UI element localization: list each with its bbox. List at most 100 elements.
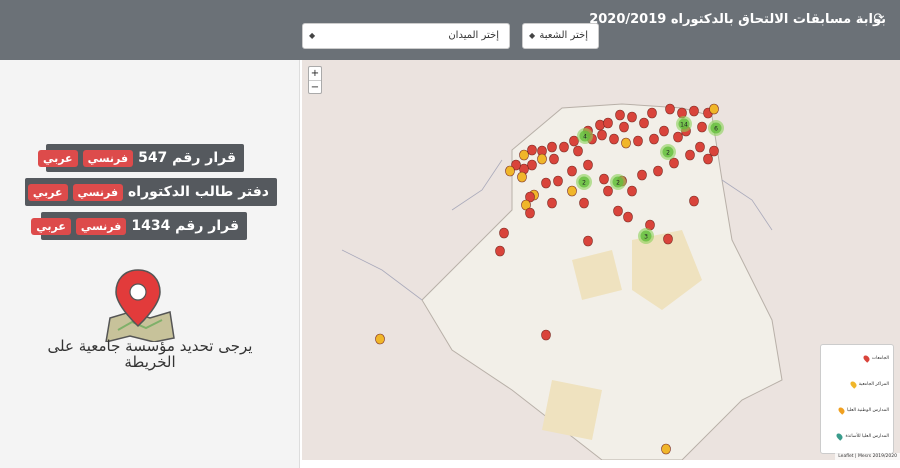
institution-marker[interactable] — [495, 245, 505, 257]
marker-cluster[interactable]: 2 — [610, 174, 626, 190]
marker-cluster[interactable]: 2 — [576, 174, 592, 190]
institution-marker[interactable] — [519, 149, 529, 161]
marker-icon — [848, 380, 858, 389]
institution-marker[interactable] — [595, 119, 605, 131]
field-select[interactable]: إختر الميدان ◆ — [302, 23, 510, 49]
arabic-download-button[interactable]: عربي — [37, 149, 78, 167]
institution-marker[interactable] — [709, 145, 719, 157]
institution-marker[interactable] — [547, 141, 557, 153]
institution-marker[interactable] — [537, 153, 547, 165]
institution-marker[interactable] — [599, 173, 609, 185]
institution-marker[interactable] — [661, 443, 671, 455]
institution-marker[interactable] — [499, 227, 509, 239]
institution-marker[interactable] — [525, 207, 535, 219]
institution-marker[interactable] — [583, 159, 593, 171]
legend-item: الجامعات — [862, 354, 889, 363]
field-select-value: إختر الميدان — [448, 30, 499, 41]
institution-marker[interactable] — [689, 195, 699, 207]
institution-marker[interactable] — [559, 141, 569, 153]
institution-marker[interactable] — [627, 111, 637, 123]
institution-marker[interactable] — [527, 159, 537, 171]
institution-marker[interactable] — [549, 153, 559, 165]
select-institution-hint: يرجى تحديد مؤسسة جامعية على الخريطة — [47, 337, 253, 371]
legend-item: المراكز الجامعية — [848, 380, 889, 389]
legend-item: المدارس العليا للأساتذة — [835, 432, 889, 441]
arabic-download-button[interactable]: عربي — [31, 217, 71, 235]
legend-item: المدارس الوطنية العليا — [837, 406, 889, 415]
legend-label: المراكز الجامعية — [858, 382, 889, 387]
institution-marker[interactable] — [709, 103, 719, 115]
institution-marker[interactable] — [567, 165, 577, 177]
document-row: قرار رقم 547 فرنسي عربي — [37, 144, 244, 172]
institution-marker[interactable] — [579, 197, 589, 209]
document-label: دفتر طالب الدكتوراه — [128, 184, 269, 200]
left-panel: قرار رقم 547 فرنسي عربي دفتر طالب الدكتو… — [0, 60, 300, 468]
institution-marker[interactable] — [505, 165, 515, 177]
map-attribution: Leaflet | Mesrs 2019/2020 — [835, 453, 900, 460]
institution-marker[interactable] — [567, 185, 577, 197]
institution-marker[interactable] — [663, 233, 673, 245]
institution-marker[interactable] — [609, 133, 619, 145]
page: ⟳ إختر الميدان ◆ إختر الشعبة ◆ بوابة مسا… — [0, 0, 900, 468]
chevron-updown-icon: ◆ — [529, 31, 536, 40]
marker-icon — [837, 406, 846, 415]
cluster-count: 2 — [666, 150, 670, 157]
institution-marker[interactable] — [553, 175, 563, 187]
institution-marker[interactable] — [637, 169, 647, 181]
arabic-download-button[interactable]: عربي — [27, 183, 68, 201]
cluster-count: 3 — [644, 234, 648, 241]
institution-marker[interactable] — [375, 333, 385, 345]
institution-marker[interactable] — [649, 133, 659, 145]
map-legend: الجامعات المراكز الجامعية المدارس الوطني… — [820, 344, 894, 454]
institution-marker[interactable] — [689, 105, 699, 117]
legend-label: المدارس الوطنية العليا — [846, 408, 889, 413]
institution-marker[interactable] — [673, 131, 683, 143]
institution-marker[interactable] — [527, 144, 537, 156]
institution-marker[interactable] — [541, 329, 551, 341]
institution-marker[interactable] — [623, 211, 633, 223]
institution-marker[interactable] — [603, 185, 613, 197]
cluster-count: 2 — [616, 180, 620, 187]
map[interactable]: + − 4 14 6 2 2 2 3 الجامعات المراكز الجامعية ا… — [302, 60, 900, 460]
marker-cluster[interactable]: 4 — [577, 128, 593, 144]
institution-marker[interactable] — [647, 107, 657, 119]
cluster-count: 14 — [680, 122, 688, 129]
institution-marker[interactable] — [547, 197, 557, 209]
institution-marker[interactable] — [613, 205, 623, 217]
institution-marker[interactable] — [615, 109, 625, 121]
cluster-count: 4 — [583, 134, 587, 141]
institution-marker[interactable] — [659, 125, 669, 137]
institution-marker[interactable] — [633, 135, 643, 147]
institution-marker[interactable] — [619, 121, 629, 133]
marker-cluster[interactable]: 6 — [708, 120, 724, 136]
page-title: بوابة مسابقات الالتحاق بالدكتوراه 2020/2… — [589, 12, 886, 27]
institution-marker[interactable] — [621, 137, 631, 149]
institution-marker[interactable] — [603, 117, 613, 129]
cluster-count: 6 — [714, 126, 718, 133]
document-label: قرار رقم 1434 — [131, 218, 239, 234]
institution-marker[interactable] — [583, 235, 593, 247]
map-pin-icon — [105, 269, 175, 342]
institution-marker[interactable] — [669, 157, 679, 169]
institution-marker[interactable] — [665, 103, 675, 115]
marker-cluster[interactable]: 2 — [660, 144, 676, 160]
institution-marker[interactable] — [541, 177, 551, 189]
institution-marker[interactable] — [685, 149, 695, 161]
institution-marker[interactable] — [573, 145, 583, 157]
marker-icon — [862, 354, 871, 363]
institution-marker[interactable] — [639, 117, 649, 129]
institution-marker[interactable] — [517, 171, 527, 183]
marker-icon — [835, 432, 845, 441]
french-download-button[interactable]: فرنسي — [72, 183, 124, 201]
institution-marker[interactable] — [697, 121, 707, 133]
institution-marker[interactable] — [653, 165, 663, 177]
marker-cluster[interactable]: 14 — [676, 116, 692, 132]
marker-cluster[interactable]: 3 — [638, 228, 654, 244]
french-download-button[interactable]: فرنسي — [75, 217, 127, 235]
document-row: قرار رقم 1434 فرنسي عربي — [31, 212, 247, 240]
branch-select[interactable]: إختر الشعبة ◆ — [522, 23, 599, 49]
french-download-button[interactable]: فرنسي — [82, 149, 134, 167]
institution-marker[interactable] — [627, 185, 637, 197]
institution-marker[interactable] — [597, 129, 607, 141]
institution-marker[interactable] — [695, 141, 705, 153]
